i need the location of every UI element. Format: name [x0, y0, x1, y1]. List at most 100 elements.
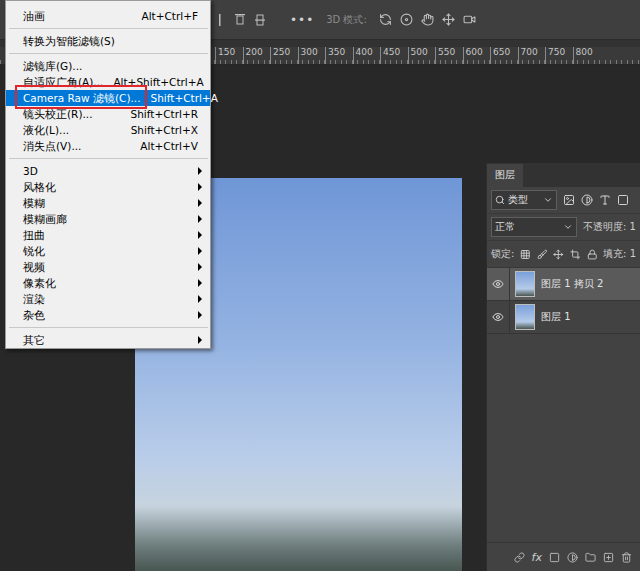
filter-row: 类型 [487, 187, 640, 214]
menu-item[interactable]: 滤镜库(G)... [6, 58, 210, 74]
menu-item[interactable]: 风格化 [6, 179, 210, 195]
menu-item-label: Camera Raw 滤镜(C)... [23, 90, 141, 106]
menu-item[interactable]: 模糊 [6, 195, 210, 211]
panel-footer: fx [487, 542, 640, 571]
menu-shortcut: Shift+Ctrl+X [131, 122, 202, 138]
ruler-tick: 350 [325, 47, 353, 64]
visibility-toggle[interactable] [487, 301, 510, 333]
lock-transparency-icon[interactable] [520, 249, 531, 260]
photoshop-window: •••3D 模式:1502002503003504004505005506006… [0, 0, 640, 571]
menu-separator [6, 154, 210, 163]
layer-thumbnail [515, 304, 535, 330]
trash-icon[interactable] [621, 552, 632, 563]
layer-row[interactable]: 图层 1 拷贝 2 [487, 268, 640, 301]
roll-icon[interactable] [400, 13, 413, 26]
lock-artboard-icon[interactable] [570, 249, 581, 260]
menu-item[interactable]: Camera Raw 滤镜(C)...Shift+Ctrl+A [6, 90, 210, 106]
menu-item-label: 液化(L)... [23, 122, 69, 138]
blend-mode-dropdown[interactable]: 正常 [491, 217, 577, 237]
align-top-icon[interactable] [234, 13, 246, 27]
menu-item-label: 转换为智能滤镜(S) [23, 33, 115, 49]
link-icon[interactable] [514, 552, 525, 563]
submenu-arrow-icon [198, 199, 202, 207]
image-filter-icon[interactable] [563, 194, 575, 206]
menu-item-label: 其它 [23, 332, 45, 348]
submenu-arrow-icon [198, 183, 202, 191]
lock-pixels-icon[interactable] [537, 249, 548, 260]
adjustment-icon[interactable] [567, 552, 578, 563]
submenu-arrow-icon [198, 295, 202, 303]
layer-row[interactable]: 图层 1 [487, 301, 640, 334]
menu-item[interactable]: 锐化 [6, 243, 210, 259]
slide-icon[interactable] [442, 13, 455, 26]
fill-label[interactable]: 填充: 1 [603, 247, 636, 261]
menu-item[interactable]: 像素化 [6, 275, 210, 291]
menu-shortcut: Alt+Ctrl+V [140, 138, 202, 154]
eye-icon [492, 278, 504, 290]
submenu-arrow-icon [198, 263, 202, 271]
menu-item[interactable]: 镜头校正(R)...Shift+Ctrl+R [6, 106, 210, 122]
menu-item[interactable]: 液化(L)... Shift+Ctrl+X [6, 122, 210, 138]
3d-tools [379, 13, 476, 26]
menu-item-label: 扭曲 [23, 227, 45, 243]
group-icon[interactable] [585, 552, 596, 563]
opacity-label[interactable]: 不透明度: 1 [583, 220, 636, 234]
ruler-tick: 450 [380, 47, 408, 64]
menu-item-label: 视频 [23, 259, 45, 275]
menu-item[interactable]: 扭曲 [6, 227, 210, 243]
panel-tab[interactable]: 图层 [487, 164, 523, 187]
ruler-tick: 550 [435, 47, 463, 64]
pan-icon[interactable] [421, 13, 434, 26]
menu-item-label: 自适应广角(A)... [23, 74, 103, 90]
filter-dropdown[interactable]: 类型 [491, 190, 557, 210]
mode-label: 3D 模式: [326, 13, 367, 27]
menu-item[interactable]: 3D [6, 163, 210, 179]
lock-row: 锁定:填充: 1 [487, 241, 640, 268]
mask-icon[interactable] [549, 552, 560, 563]
divider-icon[interactable] [214, 13, 226, 27]
menu-separator [6, 24, 210, 33]
menu-item-label: 滤镜库(G)... [23, 58, 82, 74]
align-middle-icon[interactable] [254, 13, 266, 27]
menu-item-label: 模糊画廊 [23, 211, 67, 227]
orbit-icon[interactable] [379, 13, 392, 26]
submenu-arrow-icon [198, 215, 202, 223]
eye-icon [492, 311, 504, 323]
shape-filter-icon[interactable] [617, 194, 629, 206]
menu-item-label: 渲染 [23, 291, 45, 307]
menu-item-label: 油画 [23, 8, 45, 24]
layer-name: 图层 1 拷贝 2 [541, 277, 603, 291]
ruler-tick: 650 [490, 47, 518, 64]
ruler-tick: 200 [243, 47, 271, 64]
menu-item-label: 风格化 [23, 179, 56, 195]
type-filter-icon[interactable] [599, 194, 611, 206]
submenu-arrow-icon [198, 336, 202, 344]
menu-item[interactable]: 视频 [6, 259, 210, 275]
submenu-arrow-icon [198, 311, 202, 319]
camera-icon[interactable] [463, 13, 476, 26]
submenu-arrow-icon [198, 279, 202, 287]
adjustment-filter-icon[interactable] [581, 194, 593, 206]
new-layer-icon[interactable] [603, 552, 614, 563]
menu-item[interactable]: 油画Alt+Ctrl+F [6, 8, 210, 24]
menu-item[interactable]: 转换为智能滤镜(S) [6, 33, 210, 49]
ruler-tick: 400 [353, 47, 381, 64]
filter-menu: 油画Alt+Ctrl+F 转换为智能滤镜(S) 滤镜库(G)...自适应广角(A).… [5, 0, 211, 349]
fx-button[interactable]: fx [532, 551, 542, 564]
menu-item-label: 像素化 [23, 275, 56, 291]
lock-position-icon[interactable] [553, 249, 564, 260]
menu-item[interactable]: 渲染 [6, 291, 210, 307]
visibility-toggle[interactable] [487, 268, 510, 300]
menu-shortcut: Shift+Ctrl+A [151, 90, 222, 106]
layer-thumbnail [515, 271, 535, 297]
menu-item[interactable]: 自适应广角(A)...Alt+Shift+Ctrl+A [6, 74, 210, 90]
lock-all-icon[interactable] [587, 249, 598, 260]
menu-item[interactable]: 其它 [6, 332, 210, 348]
search-icon [495, 195, 505, 205]
menu-item[interactable]: 模糊画廊 [6, 211, 210, 227]
menu-item[interactable]: 消失点(V)...Alt+Ctrl+V [6, 138, 210, 154]
ruler-tick: 750 [545, 47, 573, 64]
ruler-tick: 800 [573, 47, 601, 64]
more-button[interactable]: ••• [290, 13, 314, 27]
menu-item[interactable]: 杂色 [6, 307, 210, 323]
